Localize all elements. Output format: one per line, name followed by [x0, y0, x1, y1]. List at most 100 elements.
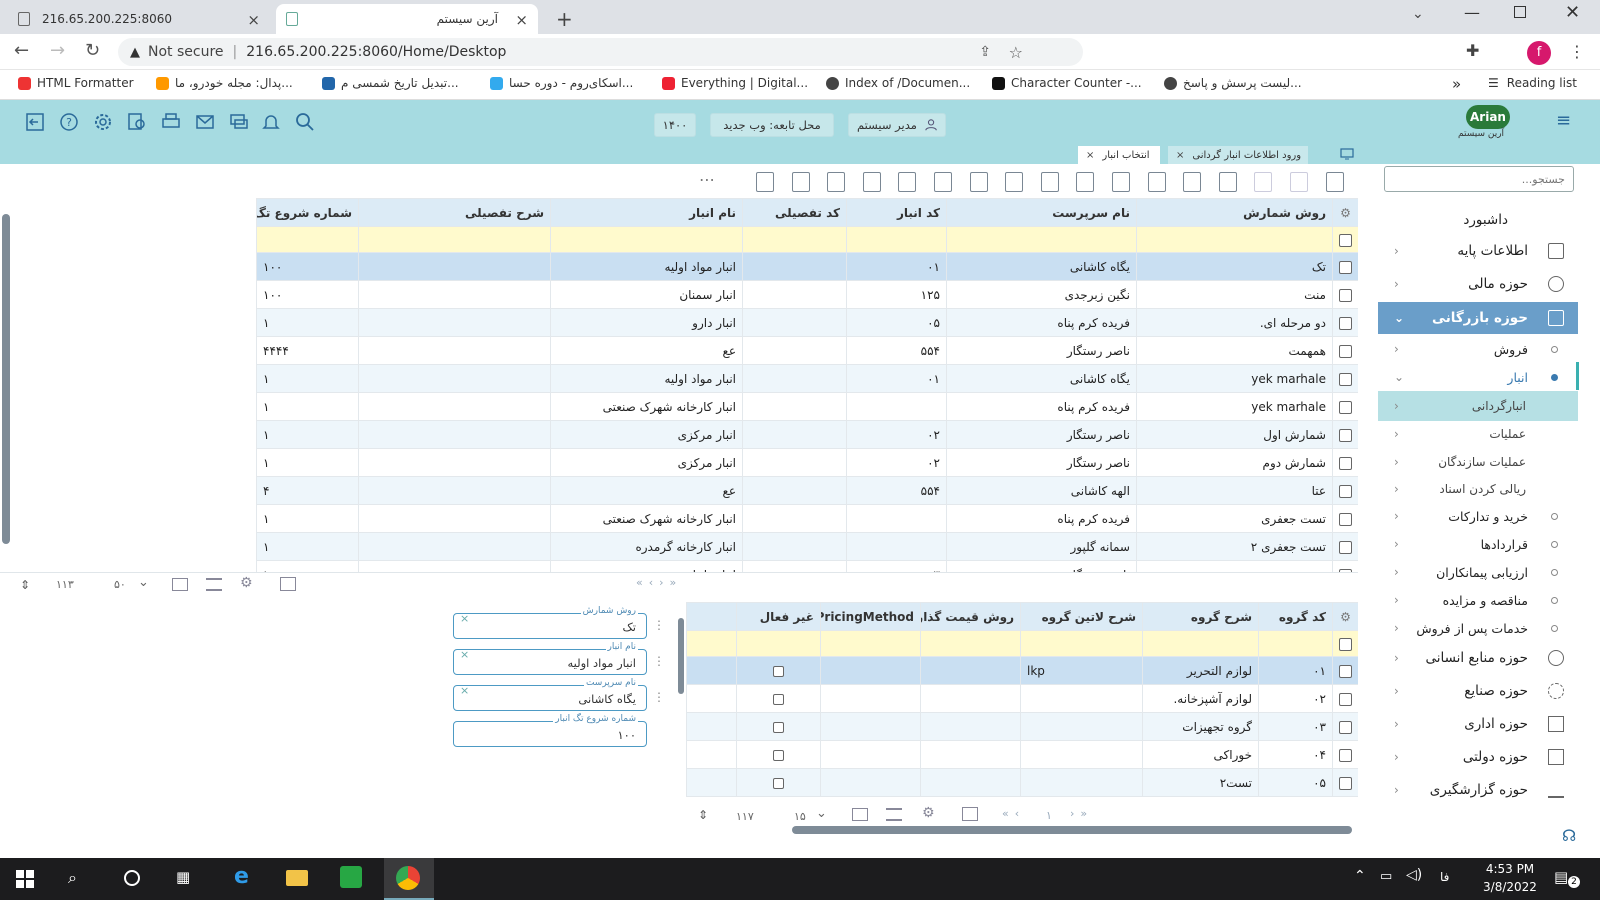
table-row[interactable]: منت نگین زبرجدی ۱۲۵ انبار سمنان ۱۰۰ [256, 280, 1358, 309]
profile-avatar[interactable]: f [1527, 41, 1551, 65]
edge-icon[interactable]: e [234, 864, 249, 889]
filter-cell[interactable] [256, 226, 359, 253]
sort-toggle-icon[interactable]: ⇕ [20, 578, 30, 592]
sidebar-item-admin[interactable]: › حوزه اداری [1378, 709, 1578, 739]
restore-icon[interactable] [1514, 6, 1526, 18]
browser-tab-2[interactable]: آرین سیستم × [276, 4, 538, 34]
sidebar-item-industry[interactable]: › حوزه صنایع [1378, 676, 1578, 706]
pagination-controls[interactable]: ›» [1070, 807, 1093, 820]
document-icon[interactable] [862, 172, 881, 192]
col-detail-description[interactable]: شرح تفصیلی [358, 198, 551, 227]
grid-settings-icon[interactable]: ⚙ [240, 575, 253, 591]
table-row[interactable]: تست جعفری ۲ سمانه گلپور انبار کارخانه گرمد… [256, 532, 1358, 561]
pagination-controls[interactable]: «‹ [1002, 807, 1025, 820]
start-icon[interactable] [16, 870, 34, 888]
clock-time[interactable]: 4:53 PM [1478, 862, 1542, 876]
bookmark-star-icon[interactable]: ☆ [1009, 43, 1023, 62]
file-explorer-icon[interactable] [286, 870, 308, 886]
row-checkbox[interactable] [1339, 776, 1352, 790]
forward-icon[interactable]: → [50, 40, 65, 61]
drag-handle-icon[interactable]: ⋮ [653, 618, 665, 632]
close-tab-icon[interactable]: × [1086, 150, 1094, 161]
settings-icon[interactable] [92, 111, 114, 133]
row-checkbox[interactable] [1339, 372, 1352, 386]
swap-icon[interactable] [1183, 172, 1202, 192]
tray-chevron-icon[interactable]: ⌃ [1354, 868, 1366, 884]
clock-date[interactable]: 3/8/2022 [1478, 880, 1542, 894]
bookmark-html-formatter[interactable]: HTML Formatter [18, 76, 134, 90]
tab-select-warehouse[interactable]: × انتخاب انبار [1078, 146, 1160, 164]
cancel-icon[interactable] [1254, 172, 1273, 192]
columns-icon[interactable] [172, 578, 188, 591]
row-checkbox[interactable] [1339, 540, 1352, 554]
sidebar-item-warehouse[interactable]: ⌄ انبار [1378, 362, 1578, 392]
filter-cell[interactable] [736, 630, 821, 657]
bookmark-index-of[interactable]: Index of /Documen... [826, 76, 970, 90]
group-icon[interactable] [206, 578, 222, 591]
filter-cell[interactable] [1142, 630, 1259, 657]
col-pricing-method-fa[interactable]: روش قیمت گذاری [920, 602, 1021, 631]
browser-tab-1[interactable]: 216.65.200.225:8060 × [8, 4, 270, 34]
filter-cell[interactable] [1136, 226, 1333, 253]
bookmark-skyroom[interactable]: اسکای‌روم - دوره حسا... [490, 76, 633, 90]
hamburger-icon[interactable]: ≡ [1556, 110, 1571, 131]
sidebar-item-operations[interactable]: › عملیات [1378, 419, 1578, 449]
sidebar-item-producer-operations[interactable]: › عملیات سازندگان [1378, 447, 1578, 477]
page-size-chevron-icon[interactable]: ⌄ [138, 575, 149, 590]
table-row[interactable]: تست جعفری فریده کرم پناه انبار کارخانه شهر… [256, 504, 1358, 533]
export-icon[interactable] [280, 577, 296, 591]
warehouse-name-field[interactable]: نام انبار × انبار مواد اولیه [453, 642, 647, 675]
doc-stack-icon[interactable] [969, 172, 988, 192]
help-icon[interactable]: ? [58, 111, 80, 133]
copy-icon[interactable] [898, 172, 917, 192]
bookmark-character-counter[interactable]: Character Counter -... [992, 76, 1142, 90]
close-tab-icon[interactable]: × [247, 11, 260, 29]
columns-icon[interactable] [852, 808, 868, 821]
inactive-checkbox[interactable] [773, 693, 784, 705]
row-checkbox[interactable] [1339, 288, 1352, 302]
filter-icon[interactable] [1005, 172, 1024, 192]
extensions-icon[interactable]: ✚ [1466, 41, 1479, 60]
search-docs-icon[interactable] [126, 111, 148, 133]
duplicate-icon[interactable] [1112, 172, 1130, 192]
group-icon[interactable] [886, 808, 902, 821]
sidebar-search-input[interactable] [1384, 166, 1574, 192]
bookmark-everything-digital[interactable]: Everything | Digital... [662, 76, 808, 90]
vertical-scrollbar[interactable] [2, 214, 10, 544]
filter-cell[interactable] [358, 226, 551, 253]
search-icon[interactable] [294, 111, 316, 133]
language-indicator[interactable]: فا [1440, 870, 1449, 884]
col-supervisor-name[interactable]: نام سرپرست [946, 198, 1137, 227]
clear-icon[interactable]: × [460, 612, 469, 625]
notifications-icon[interactable]: ▤ [1554, 868, 1568, 886]
pagination-controls[interactable]: «‹›» [636, 576, 682, 589]
col-warehouse-name[interactable]: نام انبار [550, 198, 743, 227]
edit-user-icon[interactable] [756, 172, 774, 192]
row-checkbox[interactable] [1339, 344, 1352, 358]
table-row[interactable]: شمارش دوم ناصر رستگار ۰۲ انبار مرکزی ۱ [256, 448, 1358, 477]
table-row[interactable]: yek marhale فریده کرم پناه انبار کارخانه ش… [256, 392, 1358, 421]
tag-start-number-field[interactable]: شماره شروع تگ انبار ۱۰۰ [453, 714, 647, 747]
filter-cell[interactable] [846, 226, 947, 253]
col-warehouse-code[interactable]: کد انبار [846, 198, 947, 227]
sidebar-item-sales[interactable]: › فروش [1378, 334, 1578, 364]
table-row[interactable]: yek marhale یگاه کاشانی ۰۱ انبار مواد اولیه… [256, 364, 1358, 393]
filter-cell[interactable] [920, 630, 1021, 657]
filter-cell[interactable] [1020, 630, 1143, 657]
horizontal-scrollbar[interactable] [792, 826, 1352, 834]
col-group-description[interactable]: شرح گروه [1142, 602, 1259, 631]
delete-icon[interactable] [1218, 172, 1237, 192]
row-checkbox[interactable] [1339, 456, 1352, 470]
sidebar-item-hr[interactable]: › حوزه منابع انسانی [1378, 643, 1578, 673]
minimize-icon[interactable]: — [1464, 3, 1480, 22]
inactive-checkbox[interactable] [773, 749, 784, 761]
col-latin-description[interactable]: شرح لاتین گروه [1020, 602, 1143, 631]
more-bookmarks-icon[interactable]: » [1452, 75, 1461, 93]
report-icon[interactable] [934, 172, 952, 192]
checklist-icon[interactable] [827, 172, 846, 192]
task-view-icon[interactable]: ▦ [176, 868, 190, 886]
user-menu[interactable]: مدیر سیستم [848, 113, 946, 137]
sidebar-item-tenders[interactable]: › مناقصه و مزایده [1378, 585, 1578, 615]
save-icon[interactable] [1290, 172, 1308, 192]
drag-handle-icon[interactable]: ⋮ [653, 654, 665, 668]
